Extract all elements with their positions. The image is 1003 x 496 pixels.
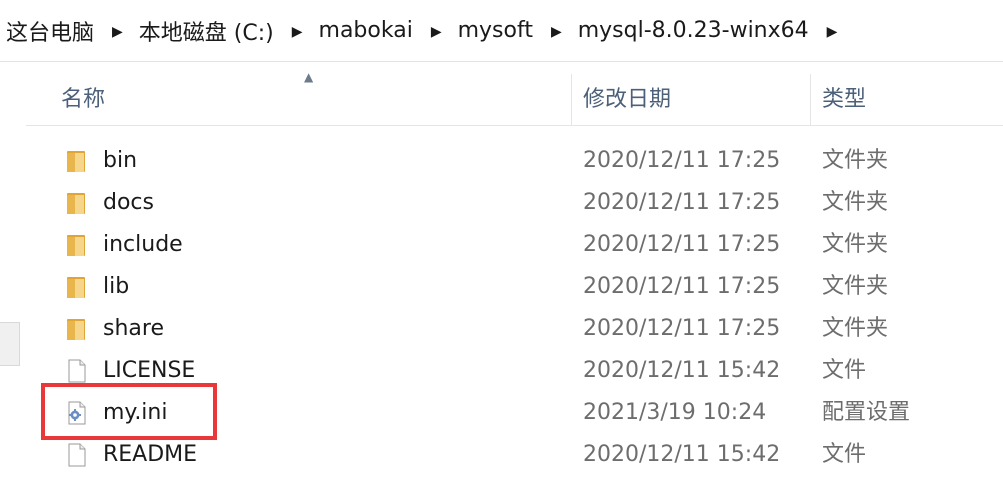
file-type: 文件 <box>822 442 867 467</box>
file-row-bin[interactable]: bin 2020/12/11 17:25 文件夹 <box>26 140 1003 182</box>
folder-icon <box>67 193 85 214</box>
file-date: 2020/12/11 17:25 <box>583 274 781 299</box>
file-name: include <box>103 232 183 257</box>
chevron-right-icon[interactable]: ▶ <box>551 24 562 40</box>
file-type: 配置设置 <box>822 400 911 425</box>
folder-icon <box>67 277 85 298</box>
file-row-readme[interactable]: README 2020/12/11 15:42 文件 <box>26 434 1003 476</box>
file-date: 2020/12/11 17:25 <box>583 316 781 341</box>
file-row-include[interactable]: include 2020/12/11 17:25 文件夹 <box>26 224 1003 266</box>
file-row-lib[interactable]: lib 2020/12/11 17:25 文件夹 <box>26 266 1003 308</box>
navigation-pane <box>0 62 26 496</box>
file-name: share <box>103 316 164 341</box>
file-type: 文件夹 <box>822 232 889 257</box>
column-header: ▲ 名称 修改日期 类型 <box>26 70 1003 126</box>
breadcrumb-local-disk[interactable]: 本地磁盘 (C:) <box>139 15 274 47</box>
file-type: 文件夹 <box>822 274 889 299</box>
column-divider[interactable] <box>571 74 572 126</box>
file-name: lib <box>103 274 130 299</box>
chevron-right-icon[interactable]: ▶ <box>827 24 838 40</box>
file-name: README <box>103 442 198 467</box>
breadcrumb-mysoft[interactable]: mysoft <box>458 18 533 43</box>
file-date: 2021/3/19 10:24 <box>583 400 767 425</box>
folder-icon <box>67 151 85 172</box>
address-bar[interactable]: 这台电脑 ▶ 本地磁盘 (C:) ▶ mabokai ▶ mysoft ▶ my… <box>0 0 1003 62</box>
file-date: 2020/12/11 17:25 <box>583 190 781 215</box>
file-icon <box>68 359 86 383</box>
file-date: 2020/12/11 17:25 <box>583 148 781 173</box>
file-date: 2020/12/11 15:42 <box>583 442 781 467</box>
column-divider[interactable] <box>810 74 811 126</box>
file-icon <box>68 443 86 467</box>
breadcrumb-mysql-folder[interactable]: mysql-8.0.23-winx64 <box>578 18 809 43</box>
file-type: 文件 <box>822 358 867 383</box>
chevron-right-icon[interactable]: ▶ <box>431 24 442 40</box>
navigation-pane-item[interactable] <box>0 322 20 366</box>
chevron-right-icon[interactable]: ▶ <box>292 24 303 40</box>
sort-ascending-icon: ▲ <box>304 70 314 84</box>
file-type: 文件夹 <box>822 148 889 173</box>
column-header-type[interactable]: 类型 <box>822 74 866 126</box>
chevron-right-icon[interactable]: ▶ <box>112 24 123 40</box>
file-type: 文件夹 <box>822 190 889 215</box>
folder-icon <box>67 235 85 256</box>
file-row-share[interactable]: share 2020/12/11 17:25 文件夹 <box>26 308 1003 350</box>
highlight-box <box>41 383 217 440</box>
breadcrumb-mabokai[interactable]: mabokai <box>319 18 413 43</box>
file-name: docs <box>103 190 154 215</box>
breadcrumb-this-pc[interactable]: 这台电脑 <box>6 15 94 47</box>
file-date: 2020/12/11 17:25 <box>583 232 781 257</box>
column-header-date[interactable]: 修改日期 <box>583 74 671 126</box>
file-name: bin <box>103 148 138 173</box>
folder-icon <box>67 319 85 340</box>
file-row-docs[interactable]: docs 2020/12/11 17:25 文件夹 <box>26 182 1003 224</box>
file-date: 2020/12/11 15:42 <box>583 358 781 383</box>
column-header-name[interactable]: 名称 <box>61 74 105 126</box>
file-type: 文件夹 <box>822 316 889 341</box>
